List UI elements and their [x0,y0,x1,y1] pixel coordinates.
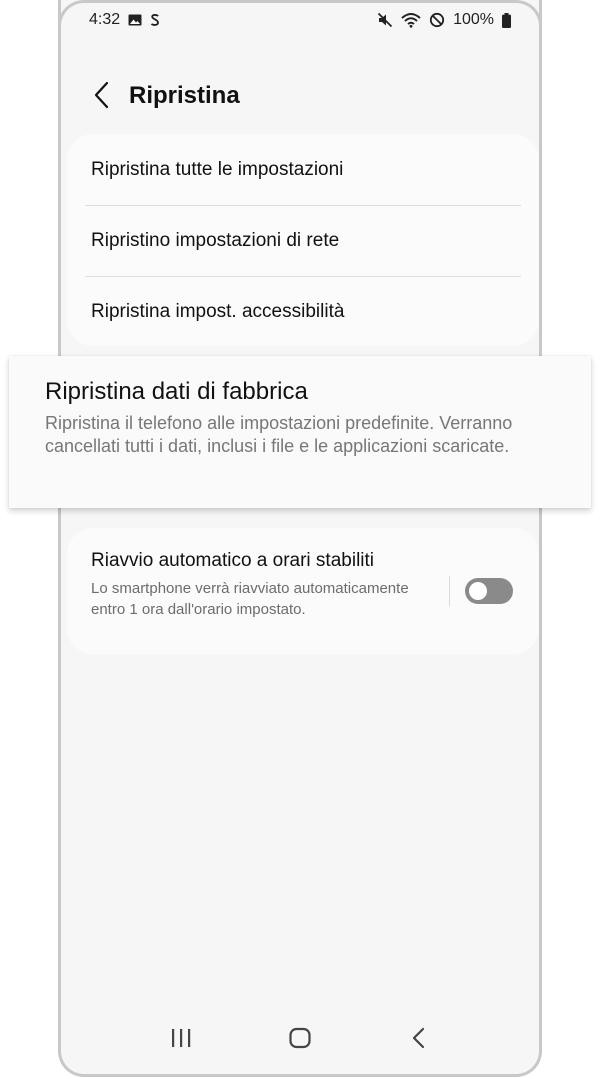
page-title: Ripristina [129,82,240,109]
auto-restart-description: Lo smartphone verrà riavviato automatica… [91,580,409,618]
nav-back-button[interactable] [399,1018,439,1058]
recents-button[interactable] [161,1018,201,1058]
reset-options-card: Ripristina tutte le impostazioni Riprist… [67,134,539,346]
factory-reset-description: Ripristina il telefono alle impostazioni… [45,413,513,456]
recents-icon [171,1029,190,1047]
status-right: 100% [377,11,511,29]
do-not-disturb-icon [429,12,445,28]
mute-icon [377,12,393,28]
reset-network-settings-label: Ripristino impostazioni di rete [91,229,340,251]
status-time: 4:32 [89,11,121,28]
home-icon [289,1027,311,1049]
reset-all-settings-item[interactable]: Ripristina tutte le impostazioni [67,134,539,205]
page: 4:32 100% Ripristina Ripristina tutte le… [0,0,600,1077]
reset-network-settings-item[interactable]: Ripristino impostazioni di rete [67,205,539,276]
gallery-icon [128,14,142,26]
toggle-knob [467,580,489,602]
battery-icon [502,12,511,28]
chevron-left-icon [94,81,109,109]
toggle-divider [449,576,450,606]
app-bar: Ripristina [61,72,539,118]
navigation-bar [61,1010,539,1066]
home-button[interactable] [280,1018,320,1058]
status-bar: 4:32 100% [61,0,539,40]
reset-accessibility-settings-label: Ripristina impost. accessibilità [91,300,345,322]
factory-reset-title: Ripristina dati di fabbrica [45,378,308,405]
battery-text: 100% [453,11,494,28]
s-icon [150,13,160,27]
reset-accessibility-settings-item[interactable]: Ripristina impost. accessibilità [67,276,539,347]
auto-restart-title: Riavvio automatico a orari stabiliti [91,550,375,571]
auto-restart-card[interactable]: Riavvio automatico a orari stabiliti Lo … [67,528,539,654]
reset-all-settings-label: Ripristina tutte le impostazioni [91,158,344,180]
factory-reset-item[interactable]: Ripristina dati di fabbrica Ripristina i… [9,356,591,508]
status-left: 4:32 [89,11,160,29]
wifi-icon [401,12,421,28]
back-icon [413,1027,425,1049]
phone-screen: 4:32 100% Ripristina Ripristina tutte le… [58,0,542,1077]
auto-restart-toggle[interactable] [465,578,513,604]
back-button[interactable] [85,78,119,112]
